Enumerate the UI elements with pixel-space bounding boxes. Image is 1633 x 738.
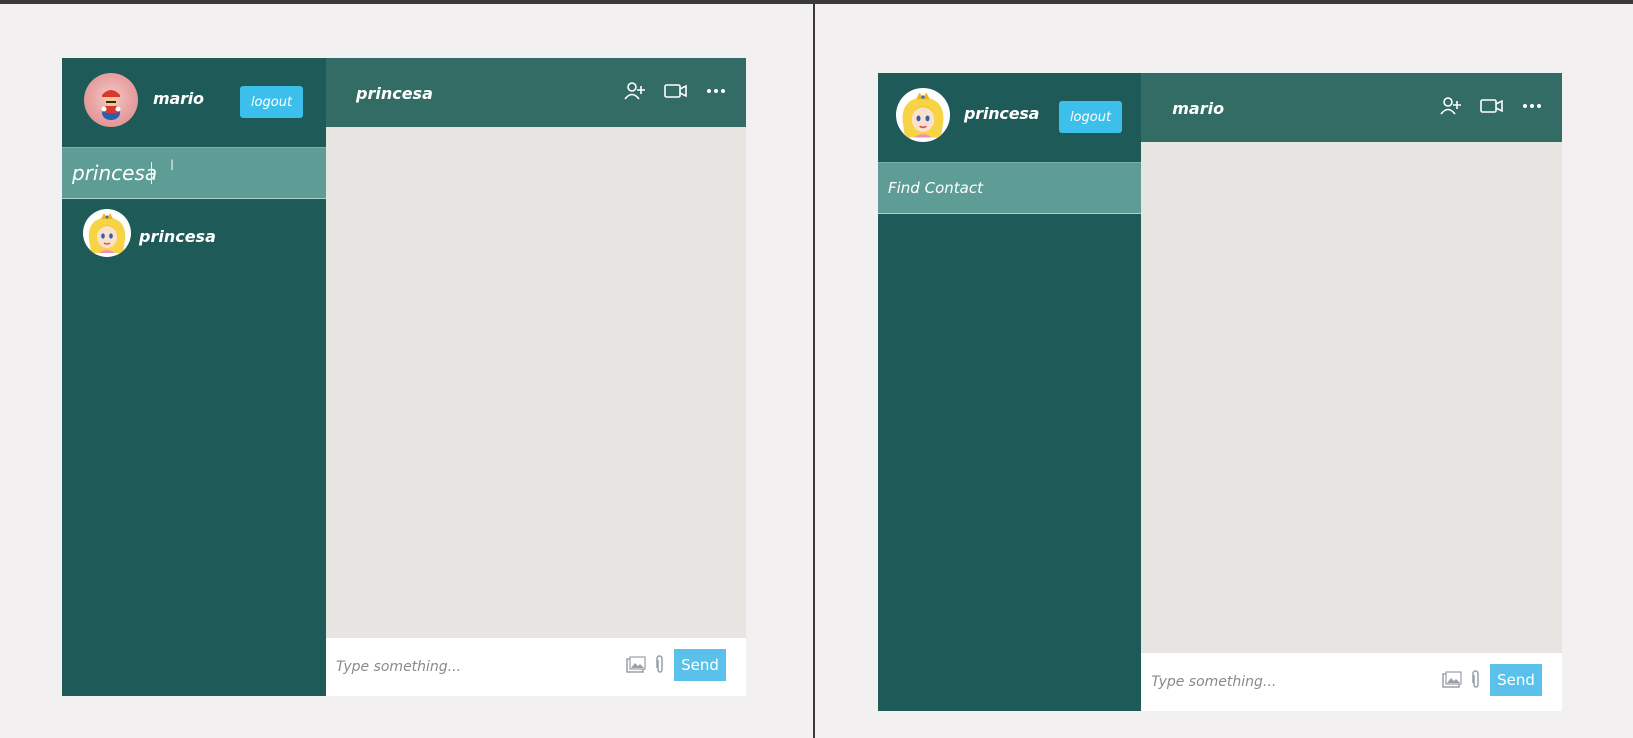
attach-icon[interactable] (654, 655, 666, 675)
attach-icon[interactable] (1470, 670, 1482, 690)
peach-avatar-icon (88, 213, 126, 253)
message-input[interactable] (336, 638, 606, 696)
find-contact-input[interactable] (888, 163, 1128, 213)
chat-actions (1440, 96, 1542, 116)
chat-header: princesa (326, 58, 746, 127)
send-button[interactable]: Send (674, 649, 726, 681)
user-avatar-princesa (896, 88, 950, 142)
ibeam-cursor-icon: I (170, 158, 175, 174)
composer-tools: Send (1442, 664, 1542, 696)
contact-name: princesa (139, 227, 216, 246)
find-contact-input[interactable] (72, 148, 222, 198)
right-browser-pane: princesa logout mario (815, 4, 1633, 738)
message-composer: Send (326, 638, 746, 696)
add-user-icon[interactable] (624, 81, 646, 101)
chat-header: mario (1141, 73, 1562, 142)
video-call-icon[interactable] (1480, 97, 1504, 115)
chat-title: mario (1172, 99, 1225, 118)
sidebar: mario logout I (62, 58, 326, 696)
add-user-icon[interactable] (1440, 96, 1462, 116)
logout-button[interactable]: logout (1059, 101, 1122, 133)
more-options-icon[interactable] (1522, 103, 1542, 109)
video-call-icon[interactable] (664, 82, 688, 100)
current-user-name: princesa (964, 104, 1040, 123)
message-composer: Send (1141, 653, 1562, 711)
chat-panel: princesa Type something... Send (326, 58, 746, 696)
text-cursor (151, 162, 152, 184)
user-avatar-mario (84, 73, 138, 127)
left-browser-pane: mario logout I (0, 4, 813, 738)
image-icon[interactable] (626, 656, 646, 674)
find-contact-row: I (62, 147, 326, 199)
chat-app-mario: mario logout I (62, 58, 746, 696)
more-options-icon[interactable] (706, 88, 726, 94)
contact-item[interactable]: princesa (62, 199, 326, 263)
send-button[interactable]: Send (1490, 664, 1542, 696)
message-input[interactable] (1151, 653, 1422, 711)
mario-avatar-icon (101, 90, 121, 120)
current-user-name: mario (153, 89, 204, 108)
composer-tools: Send (626, 649, 726, 681)
chat-title: princesa (356, 84, 433, 103)
peach-avatar-icon (902, 92, 944, 138)
sidebar-header: mario logout (62, 58, 326, 127)
logout-button[interactable]: logout (240, 86, 303, 118)
sidebar-header: princesa logout (878, 73, 1142, 142)
chat-actions (624, 81, 726, 101)
chat-panel: mario Type something... Send (1141, 73, 1562, 711)
find-contact-row (878, 162, 1142, 214)
image-icon[interactable] (1442, 671, 1462, 689)
contact-avatar-princesa (83, 209, 131, 257)
sidebar: princesa logout (878, 73, 1142, 711)
chat-app-princesa: princesa logout mario (878, 73, 1562, 711)
